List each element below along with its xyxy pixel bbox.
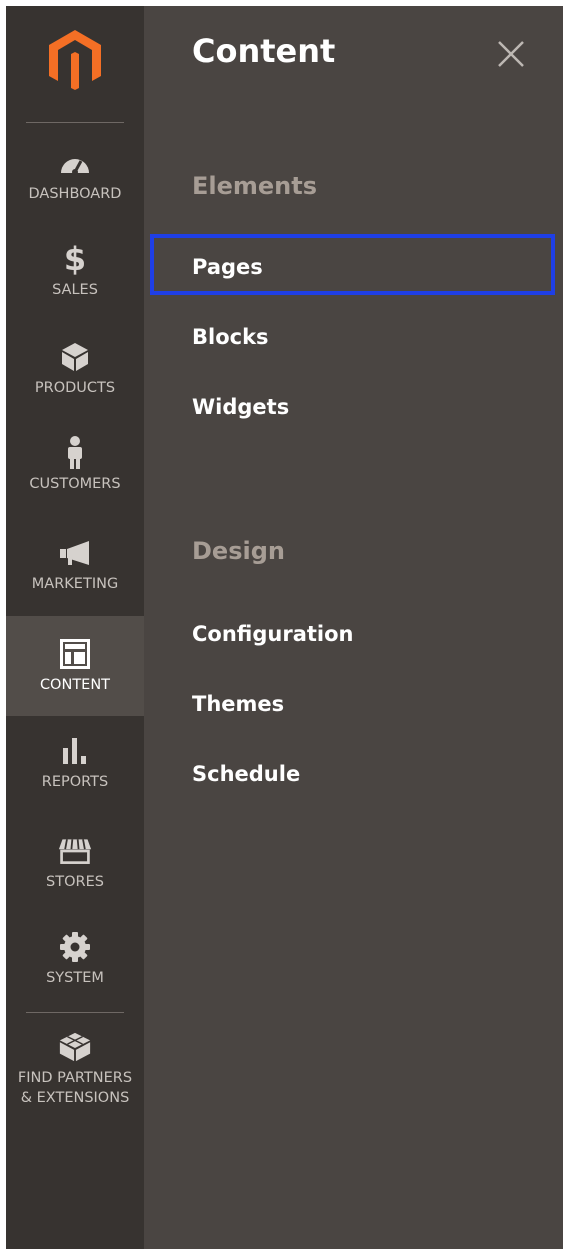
storefront-icon: [58, 834, 92, 868]
sidebar-item-label: REPORTS: [41, 774, 109, 790]
sidebar-item-products[interactable]: PRODUCTS: [6, 340, 144, 398]
panel-title: Content: [192, 32, 336, 70]
admin-menu: DASHBOARD $ SALES PRODUCTS CUSTOMERS MAR…: [6, 6, 563, 1249]
close-icon[interactable]: [493, 36, 529, 72]
sidebar-item-dashboard[interactable]: DASHBOARD: [6, 146, 144, 204]
person-icon: [58, 436, 92, 470]
sidebar-item-label: MARKETING: [31, 576, 119, 592]
layout-icon: [58, 637, 92, 671]
extension-cubes-icon: [58, 1030, 92, 1064]
sidebar-item-marketing[interactable]: MARKETING: [6, 536, 144, 594]
sidebar-item-reports[interactable]: REPORTS: [6, 734, 144, 792]
box-icon: [58, 340, 92, 374]
sidebar-item-label: STORES: [46, 874, 104, 890]
sidebar-item-system[interactable]: SYSTEM: [6, 930, 144, 988]
menu-link-widgets[interactable]: Widgets: [192, 395, 289, 419]
sidebar-item-stores[interactable]: STORES: [6, 834, 144, 892]
menu-link-blocks[interactable]: Blocks: [192, 325, 269, 349]
magento-logo-icon[interactable]: [6, 28, 144, 92]
menu-link-configuration[interactable]: Configuration: [192, 622, 353, 646]
sidebar-item-label: CUSTOMERS: [29, 476, 121, 492]
sidebar: DASHBOARD $ SALES PRODUCTS CUSTOMERS MAR…: [6, 6, 144, 1249]
megaphone-icon: [58, 536, 92, 570]
sidebar-item-customers[interactable]: CUSTOMERS: [6, 436, 144, 494]
content-menu-panel: Content Elements Pages Blocks Widgets De…: [144, 6, 563, 1249]
sidebar-item-label: DASHBOARD: [28, 186, 122, 202]
sidebar-item-content[interactable]: CONTENT: [6, 616, 144, 716]
bar-chart-icon: [58, 734, 92, 768]
sidebar-item-label: FIND PARTNERS & EXTENSIONS: [17, 1070, 133, 1106]
sidebar-divider: [26, 1012, 124, 1013]
sidebar-item-label: SALES: [52, 282, 98, 298]
dashboard-gauge-icon: [58, 146, 92, 180]
sidebar-item-label: PRODUCTS: [34, 380, 116, 396]
gear-icon: [58, 930, 92, 964]
sidebar-item-find-partners[interactable]: FIND PARTNERS & EXTENSIONS: [6, 1030, 144, 1108]
section-title-elements: Elements: [192, 172, 318, 200]
sidebar-item-label: CONTENT: [39, 677, 111, 693]
menu-link-themes[interactable]: Themes: [192, 692, 284, 716]
sidebar-divider: [26, 122, 124, 123]
menu-link-schedule[interactable]: Schedule: [192, 762, 300, 786]
dollar-icon: $: [63, 240, 87, 278]
sidebar-item-label: SYSTEM: [46, 970, 104, 986]
sidebar-item-sales[interactable]: $ SALES: [6, 242, 144, 300]
menu-link-pages[interactable]: Pages: [192, 255, 263, 279]
section-title-design: Design: [192, 537, 285, 565]
